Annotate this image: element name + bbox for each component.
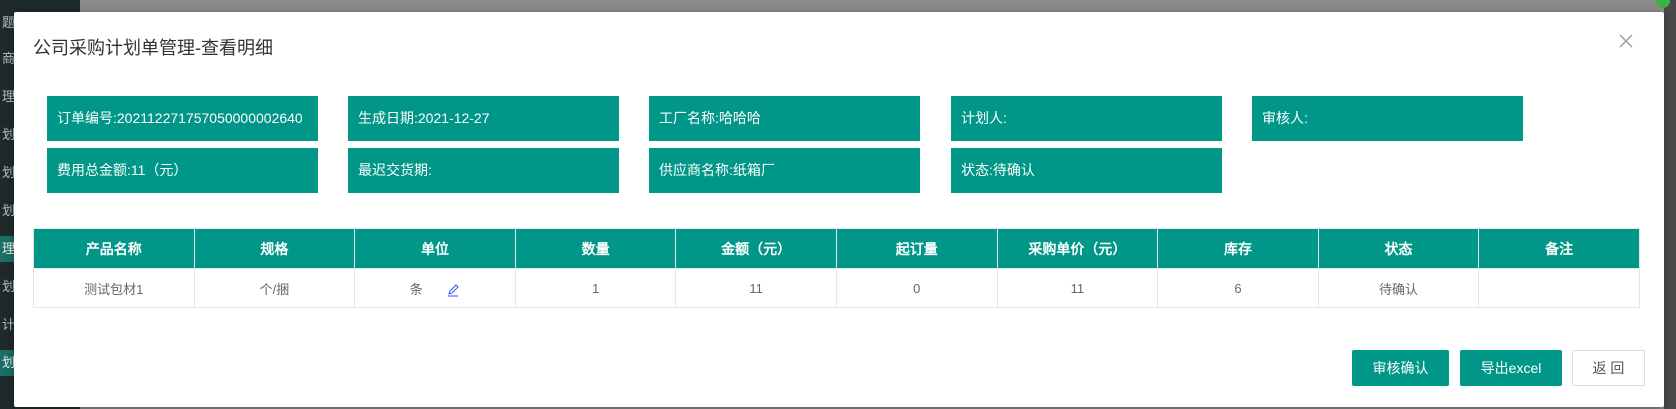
total-cost-label: 费用总金额:: [57, 162, 131, 178]
total-cost-card: 费用总金额:11（元）: [47, 148, 318, 193]
cell-moq: 0: [835, 268, 998, 308]
created-date-value: 2021-12-27: [417, 110, 490, 126]
column-header: 起订量: [835, 228, 998, 269]
order-number-value: 20211227175705000000​2640: [116, 110, 303, 126]
column-header: 数量: [514, 228, 677, 269]
column-header: 备注: [1478, 228, 1640, 269]
supplier-card: 供应商名称:纸箱厂: [649, 148, 920, 193]
column-header: 单位: [354, 228, 516, 269]
column-header: 规格: [193, 228, 356, 269]
total-cost-value: 11（元）: [130, 162, 188, 178]
modal-title: 公司采购计划单管理-查看明细: [33, 38, 273, 58]
close-icon-glyph: [1619, 34, 1633, 48]
reviewer-card: 审核人:: [1252, 96, 1523, 141]
cell-unit: 条: [354, 268, 516, 308]
cell-quantity: 1: [514, 268, 677, 308]
detail-modal: 公司采购计划单管理-查看明细 订单编号:20211227175705000000…: [14, 12, 1664, 407]
approve-button[interactable]: 审核确认: [1352, 350, 1449, 386]
close-icon[interactable]: [1616, 32, 1636, 52]
created-date-label: 生成日期:: [358, 110, 418, 126]
cell-unit-price: 11: [996, 268, 1159, 308]
cell-stock: 6: [1157, 268, 1319, 308]
cell-remark: [1478, 268, 1640, 308]
detail-table: 产品名称 规格 单位 数量 金额（元） 起订量 采购单价（元） 库存 状态 备注…: [33, 228, 1640, 308]
factory-card: 工厂名称:哈哈哈: [649, 96, 920, 141]
factory-label: 工厂名称:: [659, 110, 719, 126]
cell-amount: 11: [675, 268, 837, 308]
column-header: 产品名称: [33, 228, 195, 269]
status-card: 状态:待确认: [951, 148, 1222, 193]
latest-delivery-card: 最迟交货期:: [348, 148, 619, 193]
table-header-row: 产品名称 规格 单位 数量 金额（元） 起订量 采购单价（元） 库存 状态 备注: [33, 228, 1640, 269]
latest-delivery-label: 最迟交货期:: [358, 162, 432, 178]
planner-card: 计划人:: [951, 96, 1222, 141]
order-number-card: 订单编号:20211227175705000000​2640: [47, 96, 318, 141]
reviewer-label: 审核人:: [1262, 110, 1308, 126]
supplier-value: 纸箱厂: [732, 162, 775, 178]
factory-value: 哈哈哈: [718, 110, 761, 126]
column-header: 采购单价（元）: [996, 228, 1159, 269]
table-row: 测试包材1 个/捆 条 1 11 0 11 6 待确认: [33, 268, 1640, 308]
supplier-label: 供应商名称:: [659, 162, 733, 178]
cell-product-name: 测试包材1: [33, 268, 195, 308]
back-button[interactable]: 返 回: [1572, 350, 1645, 386]
column-header: 库存: [1157, 228, 1319, 269]
planner-label: 计划人:: [961, 110, 1007, 126]
status-value: 待确认: [992, 162, 1035, 178]
created-date-card: 生成日期:2021-12-27: [348, 96, 619, 141]
cell-unit-value: 条: [409, 281, 423, 297]
background-right-edge: [1664, 0, 1676, 409]
order-number-label: 订单编号:: [57, 110, 117, 126]
export-excel-button[interactable]: 导出excel: [1460, 350, 1562, 386]
edit-icon[interactable]: [446, 283, 460, 297]
background-topbar: [80, 0, 1676, 12]
column-header: 状态: [1317, 228, 1480, 269]
edit-icon-glyph: [448, 284, 460, 297]
cell-status: 待确认: [1317, 268, 1480, 308]
status-label: 状态:: [961, 162, 993, 178]
cell-spec: 个/捆: [193, 268, 356, 308]
column-header: 金额（元）: [675, 228, 837, 269]
